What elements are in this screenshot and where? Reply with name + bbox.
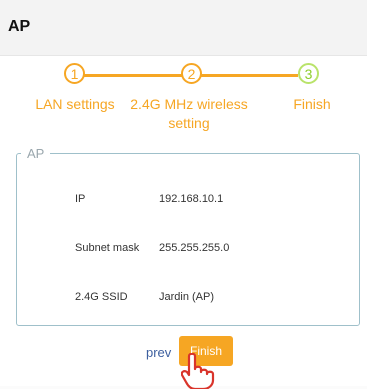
ip-value: 192.168.10.1 [159,193,224,205]
step-connector-1-2 [84,74,182,77]
ap-box-legend: AP [27,146,45,161]
prev-button[interactable]: prev [146,345,171,360]
ap-summary-box: AP IP 192.168.10.1 Subnet mask 255.255.2… [16,146,360,326]
step-1-indicator: 1 [64,63,85,84]
step-2-indicator: 2 [181,63,202,84]
page-title: AP [8,18,31,35]
subnet-mask-value: 255.255.255.0 [159,242,230,254]
step-3-number: 3 [304,65,313,82]
step-1-number: 1 [70,65,79,82]
step-3-label: Finish [293,96,331,112]
step-connector-2-3 [199,74,298,77]
pointing-hand-icon [181,353,215,389]
step-3-indicator: 3 [298,63,319,84]
ssid-value: Jardin (AP) [159,291,215,303]
step-2-label-line1: 2.4G MHz wireless [130,96,248,112]
ip-label: IP [75,193,86,205]
subnet-mask-label: Subnet mask [75,242,140,254]
ap-row-ip: IP 192.168.10.1 [17,193,359,213]
step-1-label: LAN settings [35,96,115,112]
wizard-stepper: 1 2 3 LAN settings 2.4G MHz wireless set… [0,56,367,146]
ap-row-ssid: 2.4G SSID Jardin (AP) [17,291,359,311]
step-2-label-line2: setting [168,115,210,131]
page-header: AP [0,0,367,56]
step-2-number: 2 [187,65,196,82]
wizard-card: 1 2 3 LAN settings 2.4G MHz wireless set… [0,56,367,389]
step-2-label: 2.4G MHz wireless setting [114,95,264,133]
ssid-label: 2.4G SSID [75,291,128,303]
ap-row-subnet-mask: Subnet mask 255.255.255.0 [17,242,359,262]
